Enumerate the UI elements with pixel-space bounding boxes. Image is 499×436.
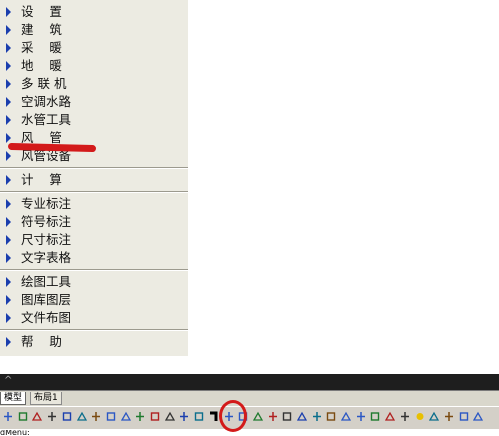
menu-item-label: 水管工具 (21, 112, 72, 127)
menu-item-label: 建 筑 (21, 22, 62, 37)
menu-item-label: 绘图工具 (21, 274, 72, 289)
submenu-arrow-icon (6, 61, 11, 71)
reducer-icon[interactable] (164, 411, 175, 422)
vent-icon[interactable] (384, 411, 396, 422)
submenu-arrow-icon (6, 295, 11, 305)
submenu-arrow-icon (6, 151, 11, 161)
menu-item-settings[interactable]: 设 置 (0, 3, 188, 21)
menu-item-label: 采 暖 (21, 40, 62, 55)
menu-item-label: 多 联 机 (21, 76, 67, 91)
table-icon[interactable] (429, 411, 440, 422)
tab-model[interactable]: 模型 (0, 392, 27, 405)
flange-icon[interactable] (150, 411, 160, 422)
menu-separator (0, 269, 188, 271)
hvac-toolbar (0, 406, 499, 429)
menu-item-ac-water[interactable]: 空调水路 (0, 93, 188, 111)
menu-item-drawing-tools[interactable]: 绘图工具 (0, 273, 188, 291)
submenu-arrow-icon (6, 199, 11, 209)
menu-item-label: 帮 助 (21, 334, 62, 349)
submenu-arrow-icon (6, 25, 11, 35)
duct-icon[interactable] (120, 411, 131, 422)
silencer-icon[interactable] (296, 411, 308, 422)
menu-item-library-layers[interactable]: 图库图层 (0, 291, 188, 309)
sun-icon[interactable] (415, 411, 425, 422)
tab-layout1[interactable]: 布局1 (30, 392, 62, 405)
grille-icon[interactable] (282, 411, 292, 422)
submenu-arrow-icon (6, 43, 11, 53)
menu-item-label: 文件布图 (21, 310, 72, 325)
submenu-arrow-icon (6, 337, 11, 347)
markup-icon[interactable] (47, 411, 57, 422)
menu-item-floor-heating[interactable]: 地 暖 (0, 57, 188, 75)
menu-item-label: 文字表格 (21, 250, 72, 265)
coil-icon[interactable] (326, 411, 336, 422)
find-icon[interactable] (18, 411, 28, 422)
valve-icon[interactable] (106, 411, 116, 422)
open-icon[interactable] (3, 411, 13, 422)
main-menu: 设 置 建 筑 采 暖 地 暖 多 联 机 空调水路 水管工具 风 管 风管设备… (0, 0, 188, 356)
cad-bottom-area: ^ 模型 布局1 dMenu: (0, 374, 499, 436)
command-line[interactable]: dMenu: (0, 430, 499, 436)
submenu-arrow-icon (6, 7, 11, 17)
filter-icon[interactable] (340, 411, 352, 422)
menu-item-professional-annotation[interactable]: 专业标注 (0, 195, 188, 213)
menu-separator (0, 329, 188, 331)
menu-item-calculation[interactable]: 计 算 (0, 171, 188, 189)
submenu-arrow-icon (6, 79, 11, 89)
menu-item-label: 专业标注 (21, 196, 72, 211)
menu-item-label: 尺寸标注 (21, 232, 72, 247)
menu-item-help[interactable]: 帮 助 (0, 333, 188, 351)
drawing-area-strip: ^ (0, 374, 499, 390)
submenu-arrow-icon (6, 235, 11, 245)
submenu-arrow-icon (6, 277, 11, 287)
menu-item-multi-split[interactable]: 多 联 机 (0, 75, 188, 93)
branch-icon[interactable] (194, 411, 204, 422)
menu-separator (0, 191, 188, 193)
menu-item-label: 符号标注 (21, 214, 72, 229)
tee-icon[interactable] (91, 411, 101, 422)
menu-item-label: 图库图层 (21, 292, 72, 307)
menu-item-dimension-annotation[interactable]: 尺寸标注 (0, 231, 188, 249)
menu-item-label: 计 算 (21, 172, 62, 187)
edit-icon[interactable] (459, 411, 469, 422)
save-icon[interactable] (32, 411, 43, 422)
menu-item-heating[interactable]: 采 暖 (0, 39, 188, 57)
fan-icon[interactable] (252, 411, 263, 422)
layer-icon[interactable] (444, 411, 454, 422)
submenu-arrow-icon (6, 133, 11, 143)
menu-item-label: 空调水路 (21, 94, 72, 109)
menu-item-file-layout[interactable]: 文件布图 (0, 309, 188, 327)
hood-icon[interactable] (312, 411, 322, 422)
ucs-caret-icon: ^ (4, 375, 13, 386)
menu-item-label: 地 暖 (21, 58, 62, 73)
menu-item-architecture[interactable]: 建 筑 (0, 21, 188, 39)
menu-item-symbol-annotation[interactable]: 符号标注 (0, 213, 188, 231)
heater-icon[interactable] (356, 411, 366, 422)
submenu-arrow-icon (6, 253, 11, 263)
louver-icon[interactable] (400, 411, 410, 422)
submenu-arrow-icon (6, 97, 11, 107)
box-icon[interactable] (370, 411, 380, 422)
submenu-arrow-icon (6, 115, 11, 125)
submenu-arrow-icon (6, 175, 11, 185)
submenu-arrow-icon (6, 217, 11, 227)
cap-icon[interactable] (179, 411, 189, 422)
diffuser-icon[interactable] (268, 411, 278, 422)
menu-separator (0, 167, 188, 169)
menu-item-label: 设 置 (21, 4, 62, 19)
pipe-icon[interactable] (62, 411, 72, 422)
submenu-arrow-icon (6, 313, 11, 323)
elbow-icon[interactable] (76, 411, 87, 422)
menu-item-water-pipe-tools[interactable]: 水管工具 (0, 111, 188, 129)
menu-item-text-table[interactable]: 文字表格 (0, 249, 188, 267)
duct-elbow-icon[interactable] (209, 411, 219, 422)
bend-icon[interactable] (135, 411, 145, 422)
rotate-icon[interactable] (473, 411, 484, 422)
layout-tabs: 模型 布局1 (0, 390, 499, 406)
annotation-circle (219, 400, 247, 432)
